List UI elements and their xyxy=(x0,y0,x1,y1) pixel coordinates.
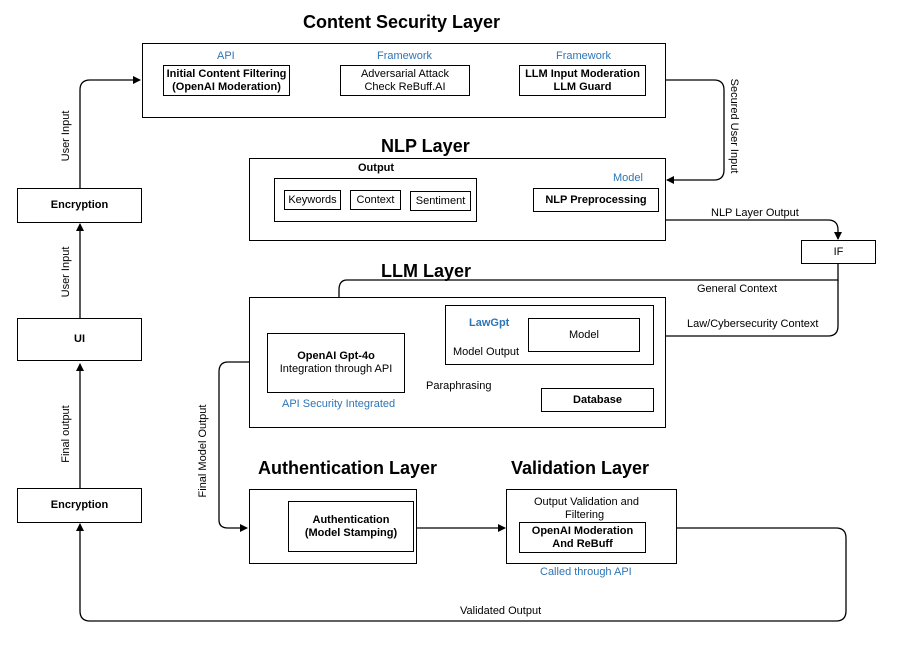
authentication-box: Authentication (Model Stamping) xyxy=(288,501,414,552)
nlp-layer-title: NLP Layer xyxy=(381,136,470,156)
sentiment-box: Sentiment xyxy=(410,191,471,211)
nlp-output-label: Output xyxy=(358,162,395,174)
encryption-bottom-box: Encryption xyxy=(17,488,142,523)
adversarial-attack-box: Adversarial Attack Check ReBuff.AI xyxy=(340,65,470,96)
secured-user-input-label: Secured User Input xyxy=(728,78,740,174)
authentication-line-1: Authentication xyxy=(312,513,390,526)
authentication-layer-title: Authentication Layer xyxy=(258,458,438,478)
edge-nlp-output-to-if xyxy=(665,219,842,240)
gpt-line-2: Integration through API xyxy=(279,363,393,375)
moderation-line-2: LLM Guard xyxy=(553,80,612,93)
llm-model-box: Model xyxy=(528,318,640,352)
openai-gpt-box: OpenAI Gpt-4o Integration through API xyxy=(267,333,405,393)
validation-box-line-1: OpenAI Moderation xyxy=(531,524,634,537)
validation-heading-2: Filtering xyxy=(565,509,605,521)
moderation-line-1: LLM Input Moderation xyxy=(525,67,640,80)
if-box: IF xyxy=(801,240,876,264)
paraphrasing-label: Paraphrasing xyxy=(426,380,492,392)
edge-user-input-to-content-security xyxy=(79,76,141,188)
database-box: Database xyxy=(541,388,654,412)
validation-box-line-2: And ReBuff xyxy=(552,537,613,550)
final-model-output-label: Final Model Output xyxy=(197,404,209,498)
nlp-model-label: Model xyxy=(613,172,643,184)
llm-layer-title: LLM Layer xyxy=(381,261,472,281)
filtering-line-1: Initial Content Filtering xyxy=(166,67,287,80)
ui-box: UI xyxy=(17,318,142,361)
gpt-line-1: OpenAI Gpt-4o xyxy=(297,350,375,362)
adversarial-line-1: Adversarial Attack xyxy=(360,67,450,80)
authentication-line-2: (Model Stamping) xyxy=(304,526,398,539)
law-context-label: Law/Cybersecurity Context xyxy=(687,318,819,330)
openai-moderation-rebuff-box: OpenAI Moderation And ReBuff xyxy=(519,522,646,553)
keywords-box: Keywords xyxy=(284,190,341,210)
filtering-line-2: (OpenAI Moderation) xyxy=(172,80,281,93)
adversarial-line-2: Check ReBuff.AI xyxy=(364,80,446,93)
llm-input-moderation-box: LLM Input Moderation LLM Guard xyxy=(519,65,646,96)
general-context-label: General Context xyxy=(697,283,778,295)
content-security-layer-title: Content Security Layer xyxy=(303,12,501,32)
final-output-label: Final output xyxy=(60,405,72,463)
framework-label-2: Framework xyxy=(556,50,612,62)
called-through-api-label: Called through API xyxy=(540,566,632,578)
user-input-label-mid: User Input xyxy=(60,246,72,298)
architecture-diagram: Content Security Layer NLP Layer LLM Lay… xyxy=(0,0,898,669)
initial-content-filtering-box: Initial Content Filtering (OpenAI Modera… xyxy=(163,65,290,96)
encryption-top-box: Encryption xyxy=(17,188,142,223)
validation-layer-title: Validation Layer xyxy=(511,458,650,478)
lawgpt-label: LawGpt xyxy=(469,317,510,329)
model-output-label: Model Output xyxy=(453,346,520,358)
validated-output-label: Validated Output xyxy=(460,605,542,617)
context-box: Context xyxy=(350,190,401,210)
validation-heading-1: Output Validation and xyxy=(534,496,639,508)
user-input-label-top: User Input xyxy=(60,110,72,162)
nlp-preprocessing-box: NLP Preprocessing xyxy=(533,188,659,212)
nlp-layer-output-label: NLP Layer Output xyxy=(711,207,799,219)
framework-label-1: Framework xyxy=(377,50,433,62)
api-security-label: API Security Integrated xyxy=(282,398,396,410)
edge-secured-user-input xyxy=(665,79,725,184)
api-label: API xyxy=(217,50,235,62)
